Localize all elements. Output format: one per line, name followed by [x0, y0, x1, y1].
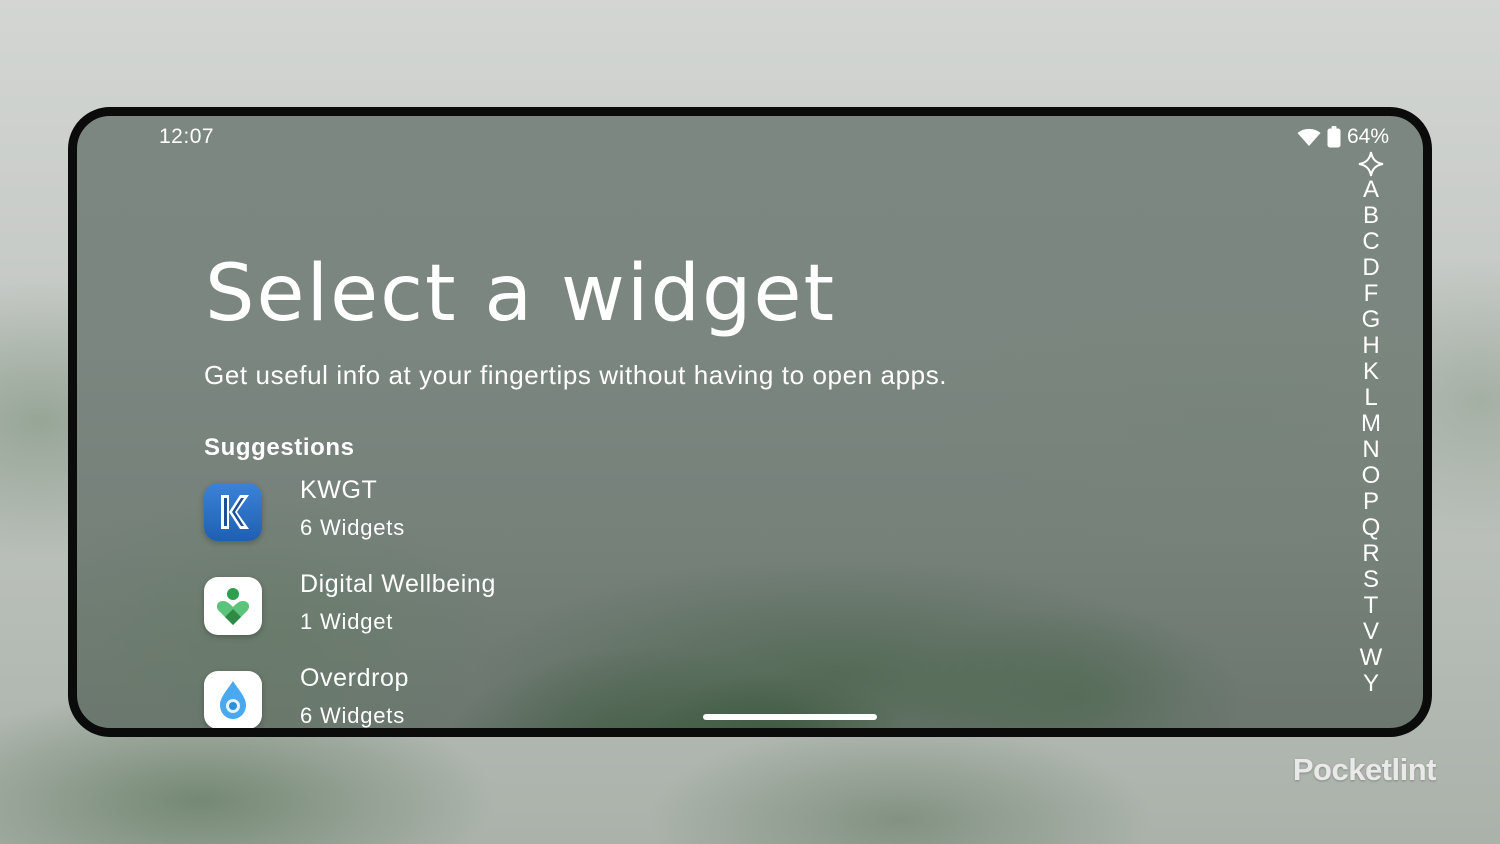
index-letter-t[interactable]: T — [1360, 593, 1383, 619]
widget-count: 1 Widget — [300, 609, 394, 634]
suggestions-header: Suggestions — [204, 434, 355, 461]
home-indicator[interactable] — [703, 714, 877, 720]
wifi-icon — [1297, 127, 1321, 147]
pocketlint-watermark: Pocketlint — [1292, 752, 1437, 787]
page-subtitle: Get useful info at your fingertips witho… — [204, 360, 948, 390]
index-letter-c[interactable]: C — [1360, 229, 1383, 255]
list-item-kwgt[interactable]: KWGT 6 Widgets — [204, 471, 804, 565]
index-letter-b[interactable]: B — [1360, 203, 1383, 229]
index-letter-g[interactable]: G — [1360, 307, 1383, 333]
kwgt-icon — [204, 483, 262, 541]
index-letter-n[interactable]: N — [1360, 437, 1383, 463]
index-letter-w[interactable]: W — [1360, 645, 1383, 671]
list-item-digital-wellbeing[interactable]: Digital Wellbeing 1 Widget — [204, 565, 804, 659]
index-letter-s[interactable]: S — [1360, 567, 1383, 593]
status-time: 12:07 — [159, 125, 215, 148]
app-name: KWGT — [300, 476, 378, 504]
list-item-overdrop[interactable]: Overdrop 6 Widgets — [204, 659, 804, 728]
alphabet-index[interactable]: ABCDFGHKLMNOPQRSTVWY — [1357, 151, 1385, 697]
suggestions-list: KWGT 6 Widgets Digital Wellbeing 1 Widge… — [204, 471, 804, 728]
widget-count: 6 Widgets — [300, 703, 406, 728]
app-name: Digital Wellbeing — [300, 570, 496, 598]
phone-screen: 12:07 64% Select a widget Get useful inf… — [68, 107, 1432, 737]
star-outline-icon[interactable] — [1358, 151, 1384, 177]
page-title: Select a widget — [205, 249, 837, 339]
alphabet-letters: ABCDFGHKLMNOPQRSTVWY — [1360, 177, 1383, 697]
index-letter-f[interactable]: F — [1360, 281, 1383, 307]
index-letter-h[interactable]: H — [1360, 333, 1383, 359]
status-icons: 64% — [1297, 125, 1389, 149]
battery-percentage: 64% — [1346, 125, 1389, 148]
index-letter-q[interactable]: Q — [1360, 515, 1383, 541]
index-letter-m[interactable]: M — [1360, 411, 1383, 437]
index-letter-a[interactable]: A — [1360, 177, 1383, 203]
index-letter-o[interactable]: O — [1360, 463, 1383, 489]
digital-wellbeing-icon — [204, 577, 262, 635]
index-letter-y[interactable]: Y — [1360, 671, 1383, 697]
app-name: Overdrop — [300, 664, 410, 692]
widget-count: 6 Widgets — [300, 515, 406, 540]
index-letter-d[interactable]: D — [1360, 255, 1383, 281]
index-letter-l[interactable]: L — [1360, 385, 1383, 411]
overdrop-icon — [204, 671, 262, 728]
index-letter-p[interactable]: P — [1360, 489, 1383, 515]
index-letter-v[interactable]: V — [1360, 619, 1383, 645]
index-letter-k[interactable]: K — [1360, 359, 1383, 385]
battery-icon — [1327, 126, 1341, 148]
index-letter-r[interactable]: R — [1360, 541, 1383, 567]
